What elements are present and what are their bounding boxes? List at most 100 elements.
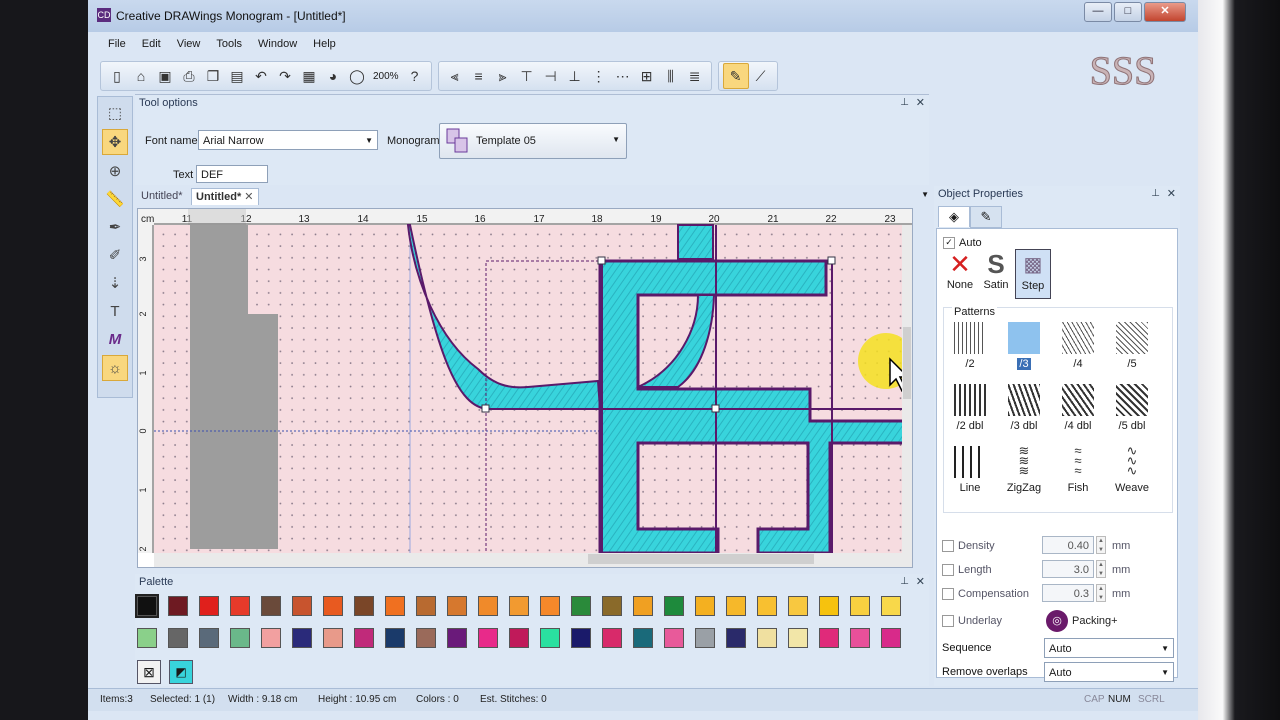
color-swatch[interactable]	[633, 628, 653, 648]
length-input[interactable]: 3.0	[1042, 560, 1094, 578]
color-swatch[interactable]	[540, 628, 560, 648]
color-swatch[interactable]	[509, 596, 529, 616]
color-swatch[interactable]	[695, 596, 715, 616]
new-icon[interactable]: ▯	[105, 64, 129, 88]
color-swatch[interactable]	[292, 596, 312, 616]
color-swatch[interactable]	[788, 596, 808, 616]
remove-overlaps-select[interactable]: Auto ▼	[1044, 662, 1174, 682]
monogram-icon[interactable]: M	[102, 327, 128, 351]
length-stepper[interactable]: ▲ ▼	[1096, 560, 1106, 578]
color-swatch[interactable]	[602, 628, 622, 648]
tab-untitled-2[interactable]: Untitled* ✕	[191, 188, 259, 205]
color-swatch[interactable]	[664, 596, 684, 616]
color-swatch[interactable]	[540, 596, 560, 616]
help-pointer-icon[interactable]: ?	[403, 64, 427, 88]
paste-icon[interactable]: ▤	[225, 64, 249, 88]
align-bottom-icon[interactable]: ⊥	[563, 64, 587, 88]
color-swatch[interactable]	[447, 596, 467, 616]
align-left-icon[interactable]: ⫷	[443, 64, 467, 88]
pen-icon[interactable]: ✐	[102, 243, 128, 267]
fill-color-icon[interactable]: ◩	[169, 660, 193, 684]
density-input[interactable]: 0.40	[1042, 536, 1094, 554]
color-swatch[interactable]	[447, 628, 467, 648]
zoom-icon[interactable]: ⊕	[102, 159, 128, 183]
menu-file[interactable]: File	[100, 36, 134, 54]
text-icon[interactable]: T	[102, 299, 128, 323]
color-swatch[interactable]	[478, 628, 498, 648]
color-swatch[interactable]	[416, 628, 436, 648]
text-input[interactable]: DEF	[196, 165, 268, 183]
color-swatch[interactable]	[509, 628, 529, 648]
palette-icon[interactable]: ◕	[321, 64, 345, 88]
transform-icon[interactable]: ✥	[102, 129, 128, 155]
open-icon[interactable]: ⌂	[129, 64, 153, 88]
pattern-zigzag[interactable]: ≋ ≋ ≋ ZigZag	[998, 444, 1050, 502]
pattern-5-dbl[interactable]: /5 dbl	[1106, 384, 1158, 440]
color-swatch[interactable]	[726, 628, 746, 648]
design-canvas[interactable]: cm 11 12 13 14 15 16 17 18 19 20 21 22 2…	[137, 208, 913, 568]
menu-help[interactable]: Help	[305, 36, 344, 54]
pin-icon[interactable]: ⊥	[900, 97, 909, 108]
resize-handle[interactable]	[827, 256, 836, 265]
color-swatch[interactable]	[168, 628, 188, 648]
color-swatch[interactable]	[819, 596, 839, 616]
color-swatch[interactable]	[757, 596, 777, 616]
same-height-icon[interactable]: ≣	[683, 64, 707, 88]
monogram-template-select[interactable]: Template 05 ▼	[439, 123, 627, 159]
color-swatch[interactable]	[385, 628, 405, 648]
save-icon[interactable]: ▣	[153, 64, 177, 88]
color-swatch[interactable]	[168, 596, 188, 616]
density-checkbox[interactable]	[942, 540, 954, 553]
color-swatch[interactable]	[602, 596, 622, 616]
close-button[interactable]: ✕	[1144, 2, 1186, 22]
color-swatch[interactable]	[323, 628, 343, 648]
maximize-button[interactable]: □	[1114, 2, 1142, 22]
pattern-3-dbl[interactable]: /3 dbl	[998, 384, 1050, 440]
color-swatch[interactable]	[354, 628, 374, 648]
compensation-checkbox[interactable]	[942, 588, 954, 601]
color-swatch[interactable]	[819, 628, 839, 648]
color-swatch[interactable]	[664, 628, 684, 648]
brush-icon[interactable]: ✎	[722, 63, 749, 89]
resize-handle[interactable]	[597, 256, 606, 265]
print-icon[interactable]: ⎙	[177, 64, 201, 88]
close-icon[interactable]: ✕	[916, 96, 925, 109]
color-swatch[interactable]	[726, 596, 746, 616]
color-swatch[interactable]	[695, 628, 715, 648]
color-swatch[interactable]	[199, 628, 219, 648]
color-swatch[interactable]	[416, 596, 436, 616]
horizontal-scrollbar-thumb[interactable]	[588, 554, 814, 564]
color-swatch[interactable]	[757, 628, 777, 648]
compensation-input[interactable]: 0.3	[1042, 584, 1094, 602]
color-swatch[interactable]	[137, 628, 157, 648]
hoop-icon[interactable]: ◯	[345, 64, 369, 88]
distribute-v-icon[interactable]: ⋯	[611, 64, 635, 88]
align-top-icon[interactable]: ⊤	[515, 64, 539, 88]
fill-type-satin[interactable]: S Satin	[979, 249, 1013, 297]
grid-icon[interactable]: ▦	[297, 64, 321, 88]
color-swatch[interactable]	[571, 596, 591, 616]
tab-list-icon[interactable]: ▼	[921, 190, 929, 199]
color-swatch[interactable]	[881, 628, 901, 648]
distribute-h-icon[interactable]: ⋮	[587, 64, 611, 88]
pattern-2-dbl[interactable]: /2 dbl	[944, 384, 996, 440]
color-swatch[interactable]	[261, 596, 281, 616]
menu-edit[interactable]: Edit	[134, 36, 169, 54]
minimize-button[interactable]: —	[1084, 2, 1112, 22]
color-swatch[interactable]	[633, 596, 653, 616]
color-swatch[interactable]	[385, 596, 405, 616]
outline-tab-icon[interactable]: ✎	[970, 206, 1002, 228]
menu-view[interactable]: View	[169, 36, 209, 54]
no-color-icon[interactable]: ⊠	[137, 660, 161, 684]
color-swatch[interactable]	[135, 594, 159, 618]
pattern-5[interactable]: /5	[1106, 322, 1158, 378]
same-size-icon[interactable]: ⊞	[635, 64, 659, 88]
zoom-level[interactable]: 200%	[369, 71, 403, 82]
compensation-stepper[interactable]: ▲ ▼	[1096, 584, 1106, 602]
pattern-2[interactable]: /2	[944, 322, 996, 378]
align-right-icon[interactable]: ⫸	[491, 64, 515, 88]
pattern-4[interactable]: /4	[1052, 322, 1104, 378]
color-swatch[interactable]	[850, 596, 870, 616]
sequence-select[interactable]: Auto ▼	[1044, 638, 1174, 658]
tab-close-icon[interactable]: ✕	[244, 191, 253, 203]
